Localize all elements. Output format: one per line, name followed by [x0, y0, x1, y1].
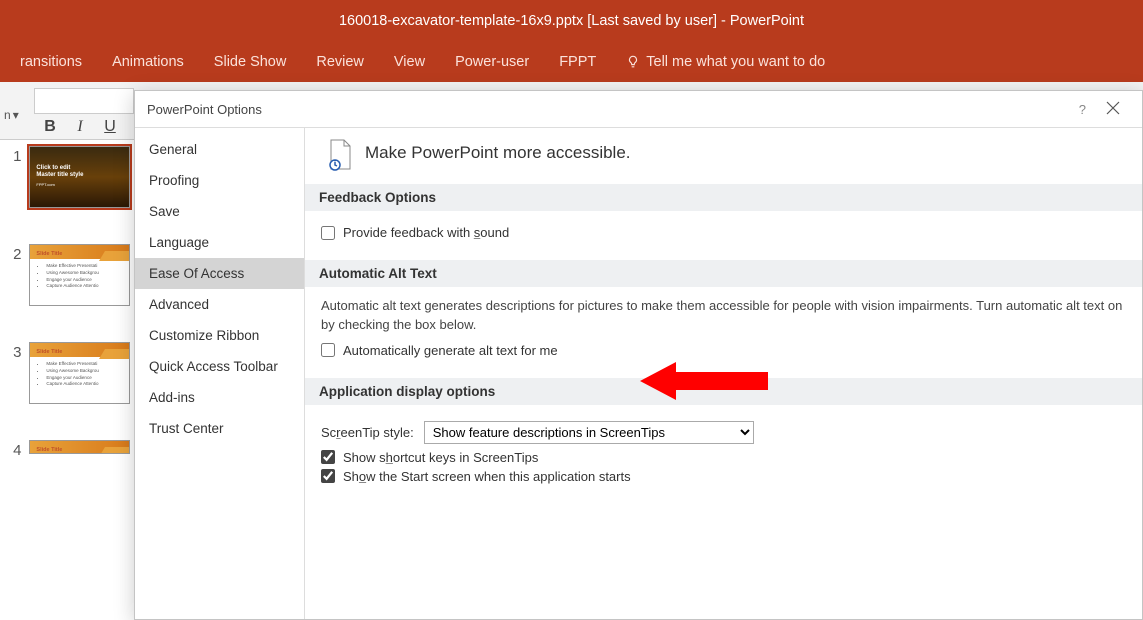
slide-thumb-4[interactable]: 4 Slide Title: [4, 440, 130, 459]
thumb-title: Slide Title: [36, 349, 62, 355]
thumb-bullets: Make Effective Presentati Using Awesome …: [40, 361, 98, 388]
nav-trust-center[interactable]: Trust Center: [135, 413, 304, 444]
slide-number: 3: [4, 342, 21, 404]
tell-me-search[interactable]: Tell me what you want to do: [626, 54, 825, 70]
tab-animations[interactable]: Animations: [112, 54, 184, 70]
slide-number: 4: [4, 440, 21, 459]
dialog-titlebar: PowerPoint Options ?: [135, 91, 1142, 127]
tab-slideshow[interactable]: Slide Show: [214, 54, 287, 70]
checkbox-input[interactable]: [321, 343, 335, 357]
chevron-down-icon: ▾: [13, 108, 19, 122]
tab-review[interactable]: Review: [316, 54, 364, 70]
checkbox-label: Provide feedback with sound: [343, 225, 509, 240]
checkbox-input[interactable]: [321, 450, 335, 464]
section-alt-text-body: Automatic alt text generates description…: [305, 287, 1142, 378]
underline-button[interactable]: U: [100, 118, 120, 136]
thumb-bullets: Make Effective Presentati Using Awesome …: [40, 263, 98, 290]
options-dialog: PowerPoint Options ? General Proofing Sa…: [134, 90, 1143, 620]
tab-power-user[interactable]: Power-user: [455, 54, 529, 70]
screentip-style-label: ScreenTip style:: [321, 425, 414, 440]
accessibility-doc-icon: [325, 138, 355, 168]
thumb-bullet: Engage your Audience: [46, 277, 98, 284]
thumb-bullet: Using Awesome Backgrou: [46, 270, 98, 277]
thumb-title-line: Click to edit: [36, 165, 83, 172]
thumb-bullet: Make Effective Presentati: [46, 263, 98, 270]
section-app-display-header: Application display options: [305, 378, 1142, 405]
thumb-title-line: Master title style: [36, 172, 83, 179]
slide-thumb-3[interactable]: 3 Slide Title Make Effective Presentati …: [4, 342, 130, 404]
checkbox-input[interactable]: [321, 469, 335, 483]
nav-language[interactable]: Language: [135, 227, 304, 258]
close-button[interactable]: [1096, 97, 1130, 122]
slide-thumbnail-panel: 1 Click to edit Master title style FPPT.…: [0, 140, 134, 620]
page-heading-text: Make PowerPoint more accessible.: [365, 143, 631, 163]
section-dropdown-label: n: [4, 108, 11, 122]
checkbox-start-screen[interactable]: Show the Start screen when this applicat…: [321, 469, 1126, 484]
page-heading: Make PowerPoint more accessible.: [305, 134, 1142, 184]
window-title: 160018-excavator-template-16x9.pptx [Las…: [339, 13, 804, 29]
section-dropdown[interactable]: n ▾: [4, 108, 19, 122]
nav-add-ins[interactable]: Add-ins: [135, 382, 304, 413]
checkbox-shortcut-keys[interactable]: Show shortcut keys in ScreenTips: [321, 450, 1126, 465]
checkbox-label: Automatically generate alt text for me: [343, 343, 558, 358]
bold-button[interactable]: B: [40, 118, 60, 136]
thumbnail[interactable]: Click to edit Master title style FPPT.co…: [29, 146, 130, 208]
nav-advanced[interactable]: Advanced: [135, 289, 304, 320]
thumb-bullet: Capture Audience Attentio: [46, 283, 98, 290]
screentip-style-select[interactable]: Show feature descriptions in ScreenTips: [424, 421, 754, 444]
nav-quick-access-toolbar[interactable]: Quick Access Toolbar: [135, 351, 304, 382]
italic-button[interactable]: I: [70, 118, 90, 136]
thumb-bullet: Using Awesome Backgrou: [46, 368, 98, 375]
help-button[interactable]: ?: [1069, 98, 1096, 121]
section-feedback-header: Feedback Options: [305, 184, 1142, 211]
font-name-box[interactable]: [34, 88, 134, 114]
ribbon-tabs: ransitions Animations Slide Show Review …: [0, 42, 1143, 82]
dialog-nav: General Proofing Save Language Ease Of A…: [135, 128, 305, 619]
checkbox-feedback-sound[interactable]: Provide feedback with sound: [321, 225, 1126, 240]
tell-me-label: Tell me what you want to do: [646, 54, 825, 70]
nav-customize-ribbon[interactable]: Customize Ribbon: [135, 320, 304, 351]
dialog-title: PowerPoint Options: [147, 102, 262, 117]
checkbox-input[interactable]: [321, 226, 335, 240]
checkbox-label: Show shortcut keys in ScreenTips: [343, 450, 538, 465]
thumb-bullet: Make Effective Presentati: [46, 361, 98, 368]
nav-proofing[interactable]: Proofing: [135, 165, 304, 196]
close-icon: [1106, 101, 1120, 115]
section-app-display-body: ScreenTip style: Show feature descriptio…: [305, 405, 1142, 504]
thumb-bullet: Capture Audience Attentio: [46, 381, 98, 388]
dialog-body: General Proofing Save Language Ease Of A…: [135, 127, 1142, 619]
thumb-title: Slide Title: [36, 251, 62, 257]
checkbox-auto-alt-text[interactable]: Automatically generate alt text for me: [321, 343, 1126, 358]
tab-fppt[interactable]: FPPT: [559, 54, 596, 70]
thumbnail[interactable]: Slide Title: [29, 440, 130, 454]
lightbulb-icon: [626, 55, 640, 69]
tab-transitions[interactable]: ransitions: [20, 54, 82, 70]
thumb-bullet: Engage your Audience: [46, 375, 98, 382]
slide-number: 2: [4, 244, 21, 306]
nav-save[interactable]: Save: [135, 196, 304, 227]
nav-ease-of-access[interactable]: Ease Of Access: [135, 258, 304, 289]
section-feedback-body: Provide feedback with sound: [305, 211, 1142, 260]
slide-thumb-1[interactable]: 1 Click to edit Master title style FPPT.…: [4, 146, 130, 208]
thumbnail[interactable]: Slide Title Make Effective Presentati Us…: [29, 342, 130, 404]
nav-general[interactable]: General: [135, 134, 304, 165]
screentip-style-row: ScreenTip style: Show feature descriptio…: [321, 421, 1126, 444]
tab-view[interactable]: View: [394, 54, 425, 70]
checkbox-label: Show the Start screen when this applicat…: [343, 469, 631, 484]
slide-thumb-2[interactable]: 2 Slide Title Make Effective Presentati …: [4, 244, 130, 306]
section-alt-text-header: Automatic Alt Text: [305, 260, 1142, 287]
slide-number: 1: [4, 146, 21, 208]
alt-text-description: Automatic alt text generates description…: [321, 297, 1126, 335]
thumbnail[interactable]: Slide Title Make Effective Presentati Us…: [29, 244, 130, 306]
window-titlebar: 160018-excavator-template-16x9.pptx [Las…: [0, 0, 1143, 42]
thumb-footer: FPPT.com: [36, 183, 83, 188]
dialog-main: Make PowerPoint more accessible. Feedbac…: [305, 128, 1142, 619]
thumb-title: Slide Title: [36, 447, 62, 453]
